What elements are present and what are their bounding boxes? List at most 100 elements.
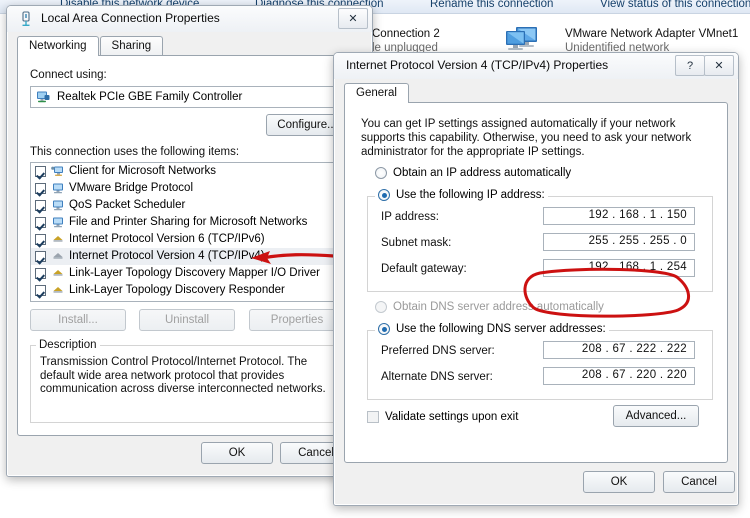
checkbox-indicator[interactable] xyxy=(367,411,379,423)
radio-indicator[interactable] xyxy=(378,189,390,201)
radio-indicator[interactable] xyxy=(375,167,387,179)
item-checkbox[interactable] xyxy=(35,285,46,296)
alternate-dns-value: 208 . 67 . 220 . 220 xyxy=(581,369,687,381)
list-item[interactable]: Client for Microsoft Networks xyxy=(31,163,347,180)
item-checkbox[interactable] xyxy=(35,200,46,211)
item-checkbox[interactable] xyxy=(35,183,46,194)
list-item-label: Link-Layer Topology Discovery Mapper I/O… xyxy=(69,267,320,279)
item-checkbox[interactable] xyxy=(35,234,46,245)
list-item-label: Internet Protocol Version 4 (TCP/IPv4) xyxy=(69,250,265,262)
uninstall-button[interactable]: Uninstall xyxy=(139,309,235,331)
toolbar-item-view-status[interactable]: View status of this connection xyxy=(600,0,750,10)
local-area-connection-properties-dialog: Local Area Connection Properties ✕ Netwo… xyxy=(6,5,373,477)
adapter-name: Realtek PCIe GBE Family Controller xyxy=(57,91,243,103)
connection-tile-vmnet1[interactable]: VMware Network Adapter VMnet1 Unidentifi… xyxy=(565,27,738,55)
default-gateway-input[interactable]: 192 . 168 . 1 . 254 xyxy=(543,259,695,277)
list-item[interactable]: File and Printer Sharing for Microsoft N… xyxy=(31,214,347,231)
alternate-dns-input[interactable]: 208 . 67 . 220 . 220 xyxy=(543,367,695,385)
dialog2-client: General You can get IP settings assigned… xyxy=(334,79,738,505)
connection-tile-name: Connection 2 xyxy=(372,28,440,40)
close-icon[interactable]: ✕ xyxy=(338,8,368,29)
tab-networking[interactable]: Networking xyxy=(17,36,99,56)
item-checkbox[interactable] xyxy=(35,217,46,228)
use-following-dns-radio[interactable]: Use the following DNS server addresses: xyxy=(375,323,609,335)
ip-address-input[interactable]: 192 . 168 . 1 . 150 xyxy=(543,207,695,225)
network-items-list[interactable]: Client for Microsoft Networks VMware Bri… xyxy=(30,162,348,302)
list-item-label: File and Printer Sharing for Microsoft N… xyxy=(69,216,308,228)
item-checkbox[interactable] xyxy=(35,166,46,177)
dialog2-titlebar[interactable]: Internet Protocol Version 4 (TCP/IPv4) P… xyxy=(334,53,738,79)
dialog1-client: Networking Sharing Connect using: Realte… xyxy=(7,32,372,476)
use-following-ip-radio[interactable]: Use the following IP address: xyxy=(375,189,548,201)
dialog1-title: Local Area Connection Properties xyxy=(41,11,220,25)
connection-tile-name: VMware Network Adapter VMnet1 xyxy=(565,28,739,40)
dialog1-titlebar[interactable]: Local Area Connection Properties ✕ xyxy=(7,6,372,32)
subnet-mask-label: Subnet mask: xyxy=(381,237,452,249)
subnet-mask-input[interactable]: 255 . 255 . 255 . 0 xyxy=(543,233,695,251)
dialog1-titlebar-buttons[interactable]: ✕ xyxy=(338,8,368,29)
client-icon xyxy=(51,166,63,176)
radio-label: Obtain DNS server address automatically xyxy=(393,301,604,313)
dialog2-titlebar-buttons[interactable]: ? ✕ xyxy=(675,55,734,76)
tab-sharing[interactable]: Sharing xyxy=(99,36,164,56)
radio-indicator[interactable] xyxy=(378,323,390,335)
stack-icon xyxy=(53,252,63,258)
install-button[interactable]: Install... xyxy=(30,309,126,331)
default-gateway-value: 192 . 168 . 1 . 254 xyxy=(588,261,687,273)
list-item-label: Client for Microsoft Networks xyxy=(69,165,216,177)
dialog1-tabstrip[interactable]: Networking Sharing xyxy=(17,36,164,56)
list-item[interactable]: Link-Layer Topology Discovery Responder xyxy=(31,282,347,299)
list-item-label: QoS Packet Scheduler xyxy=(69,199,186,211)
connection-tile-2[interactable]: Connection 2 le unplugged xyxy=(372,27,440,55)
stack-icon xyxy=(53,269,63,275)
dialog2-title: Internet Protocol Version 4 (TCP/IPv4) P… xyxy=(346,58,609,72)
tab-general[interactable]: General xyxy=(344,83,409,103)
network-adapter-icon xyxy=(37,91,50,103)
protocol-icon xyxy=(53,217,63,227)
description-text: Transmission Control Protocol/Internet P… xyxy=(40,356,326,395)
obtain-ip-automatically-radio[interactable]: Obtain an IP address automatically xyxy=(375,167,571,179)
list-item[interactable]: QoS Packet Scheduler xyxy=(31,197,347,214)
ip-address-value: 192 . 168 . 1 . 150 xyxy=(588,209,687,221)
checkbox-label: Validate settings upon exit xyxy=(385,411,519,423)
toolbar-item-rename[interactable]: Rename this connection xyxy=(430,0,553,10)
alternate-dns-label: Alternate DNS server: xyxy=(381,371,493,383)
help-icon[interactable]: ? xyxy=(675,55,705,76)
connect-using-label: Connect using: xyxy=(30,69,107,81)
adapter-display: Realtek PCIe GBE Family Controller xyxy=(30,86,348,108)
preferred-dns-input[interactable]: 208 . 67 . 222 . 222 xyxy=(543,341,695,359)
list-item-ipv4[interactable]: Internet Protocol Version 4 (TCP/IPv4) xyxy=(31,248,347,265)
validate-settings-checkbox[interactable]: Validate settings upon exit xyxy=(367,411,518,423)
network-connection-icon xyxy=(22,11,30,26)
dialog1-tabpanel-networking: Connect using: Realtek PCIe GBE Family C… xyxy=(17,55,362,436)
default-gateway-label: Default gateway: xyxy=(381,263,467,275)
advanced-button[interactable]: Advanced... xyxy=(613,405,699,427)
item-checkbox[interactable] xyxy=(35,268,46,279)
list-item-label: Link-Layer Topology Discovery Responder xyxy=(69,284,285,296)
item-checkbox[interactable] xyxy=(35,251,46,262)
radio-indicator[interactable] xyxy=(375,301,387,313)
stack-icon xyxy=(53,235,63,241)
radio-label: Use the following IP address: xyxy=(396,189,545,201)
items-label: This connection uses the following items… xyxy=(30,146,240,158)
list-item[interactable]: Link-Layer Topology Discovery Mapper I/O… xyxy=(31,265,347,282)
description-group-title: Description xyxy=(36,339,100,351)
dialog2-tabstrip[interactable]: General xyxy=(344,83,410,103)
dialog1-ok-button[interactable]: OK xyxy=(201,442,273,464)
close-icon[interactable]: ✕ xyxy=(704,55,734,76)
protocol-icon xyxy=(53,183,63,193)
list-item-label: Internet Protocol Version 6 (TCP/IPv6) xyxy=(69,233,265,245)
preferred-dns-value: 208 . 67 . 222 . 222 xyxy=(581,343,687,355)
ip-address-label: IP address: xyxy=(381,211,439,223)
radio-label: Obtain an IP address automatically xyxy=(393,167,572,179)
list-item-label: VMware Bridge Protocol xyxy=(69,182,193,194)
properties-button[interactable]: Properties xyxy=(249,309,345,331)
list-item[interactable]: Internet Protocol Version 6 (TCP/IPv6) xyxy=(31,231,347,248)
subnet-mask-value: 255 . 255 . 255 . 0 xyxy=(588,235,687,247)
dialog2-cancel-button[interactable]: Cancel xyxy=(663,471,735,493)
obtain-dns-automatically-radio[interactable]: Obtain DNS server address automatically xyxy=(375,301,604,313)
dialog2-ok-button[interactable]: OK xyxy=(583,471,655,493)
network-monitor-icon xyxy=(506,27,537,50)
ipv4-properties-dialog: Internet Protocol Version 4 (TCP/IPv4) P… xyxy=(333,52,739,506)
list-item[interactable]: VMware Bridge Protocol xyxy=(31,180,347,197)
